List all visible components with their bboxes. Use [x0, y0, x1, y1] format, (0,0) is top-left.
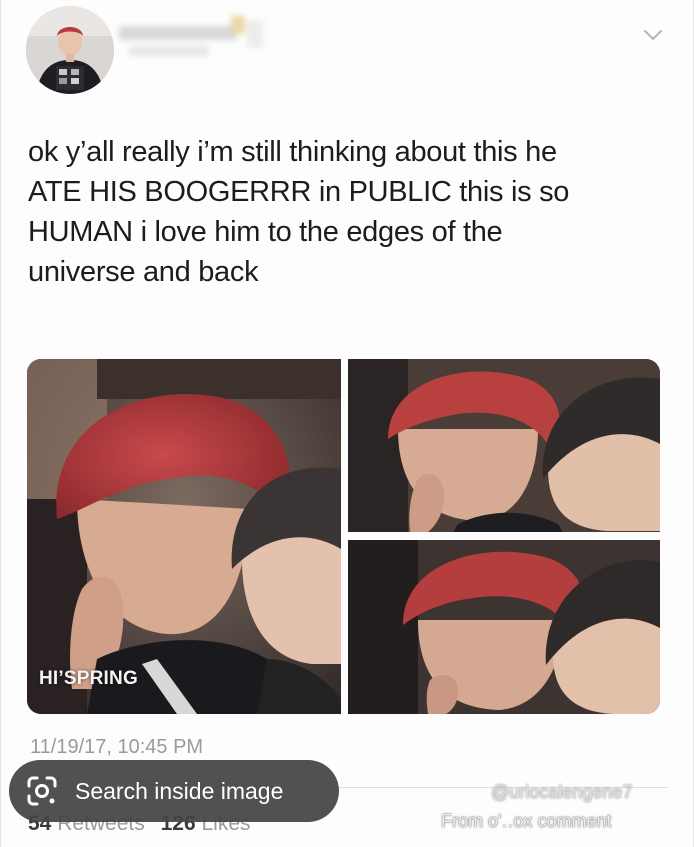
search-inside-image-button[interactable]: Search inside image	[9, 760, 339, 822]
tweet-screenshot: ok y’all really i’m still thinking about…	[0, 0, 694, 847]
tweet-photo-2[interactable]	[348, 359, 660, 532]
photo-watermark: HI’SPRING	[39, 668, 138, 689]
tweet-text-line: universe and back	[28, 256, 259, 288]
chevron-down-icon[interactable]	[639, 24, 667, 46]
google-lens-icon	[25, 774, 59, 808]
search-inside-image-label: Search inside image	[75, 777, 284, 804]
credit-source: From o'‥ox comment	[441, 811, 612, 831]
tweet-photo-1[interactable]	[27, 359, 341, 714]
tweet-timestamp[interactable]: 11/19/17, 10:45 PM	[30, 736, 203, 759]
tweet-text-line: HUMAN i love him to the edges of the	[28, 216, 503, 248]
avatar-image	[26, 6, 114, 94]
tweet-text-line: ATE HIS BOOGERRR in PUBLIC this is so	[28, 176, 570, 208]
blurred-username	[119, 12, 267, 60]
tweet-photo-3[interactable]	[348, 540, 660, 714]
tweet-text-line: ok y’all really i’m still thinking about…	[28, 136, 557, 168]
profile-avatar[interactable]	[26, 6, 114, 94]
tweet-text: ok y’all really i’m still thinking about…	[28, 132, 668, 292]
credit-handle: @uriocalengene7	[491, 782, 633, 802]
